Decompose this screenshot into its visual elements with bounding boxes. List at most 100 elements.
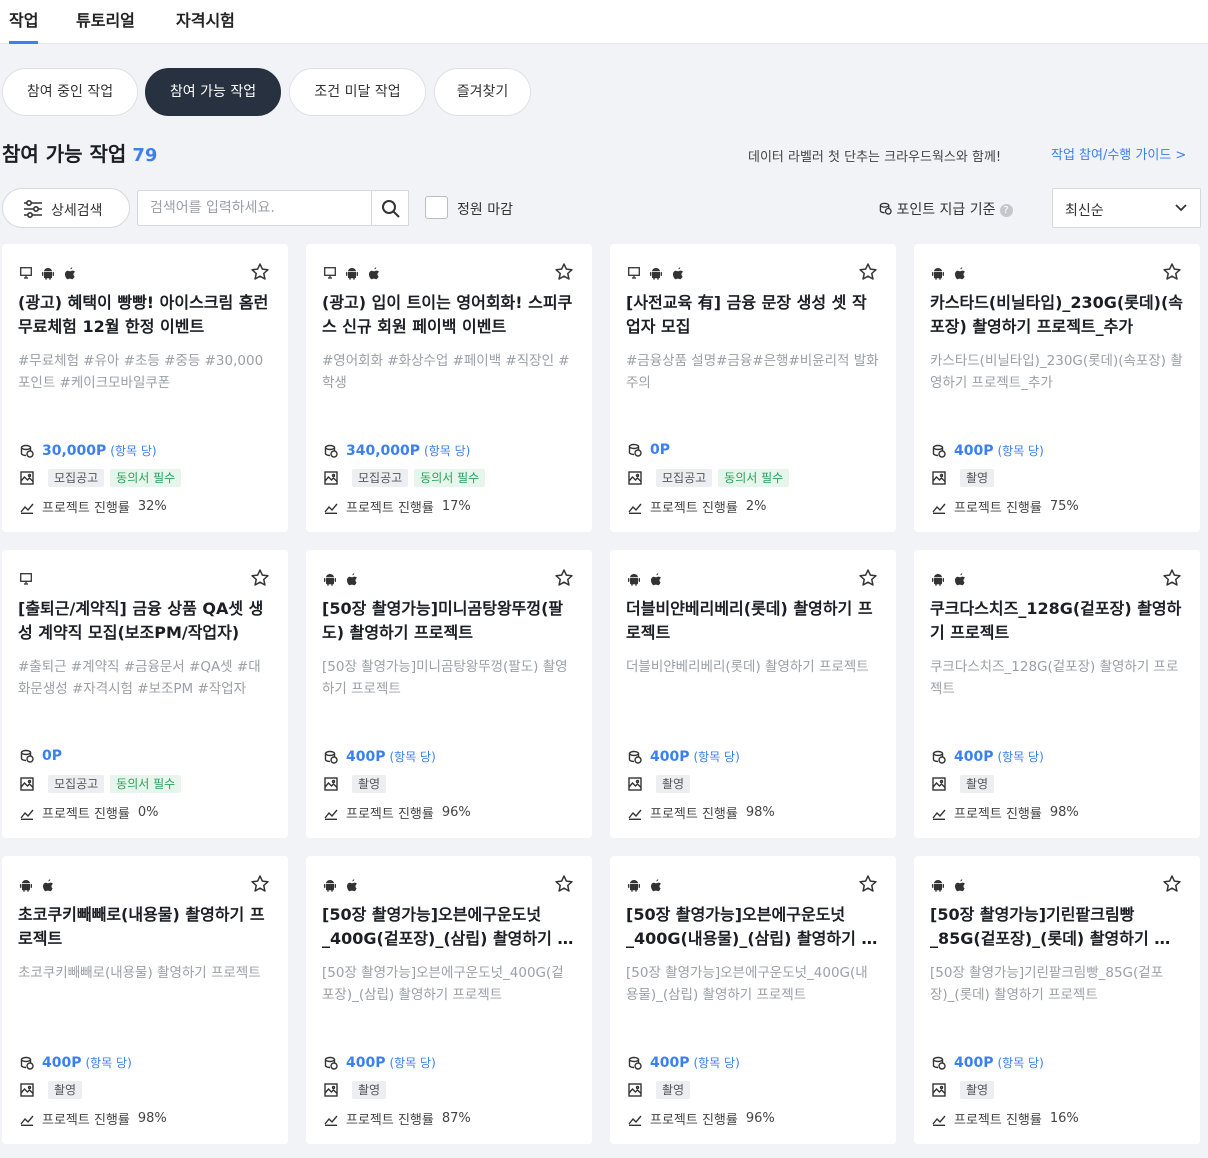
star-icon[interactable] [858, 262, 878, 282]
task-card[interactable]: [50장 촬영가능]미니곰탕왕뚜껑(팔도) 촬영하기 프로젝트 [50장 촬영가… [306, 550, 592, 838]
star-icon[interactable] [250, 568, 270, 588]
search-icon [382, 200, 400, 218]
chart-icon [932, 503, 946, 514]
image-icon [628, 1083, 642, 1097]
card-points: 0P [628, 442, 674, 458]
search-button[interactable] [371, 190, 409, 226]
task-card[interactable]: 쿠크다스치즈_128G(겉포장) 촬영하기 프로젝트 쿠크다스치즈_128G(겉… [914, 550, 1200, 838]
task-card[interactable]: 카스타드(비닐타입)_230G(롯데)(속포장) 촬영하기 프로젝트_추가 카스… [914, 244, 1200, 532]
task-card[interactable]: [50장 촬영가능]기린팥크림빵_85G(겉포장)_(롯데) 촬영하기 프로젝트… [914, 856, 1200, 1144]
star-icon[interactable] [858, 874, 878, 894]
points-standard[interactable]: 포인트 지급 기준? [879, 199, 1013, 219]
card-title: 더블비얀베리베리(롯데) 촬영하기 프로젝트 [626, 599, 873, 642]
card-tags: #금융상품 설명#금융#은행#비윤리적 발화 주의 [626, 353, 879, 391]
task-card[interactable]: [50장 촬영가능]오븐에구운도넛_400G(겉포장)_(삼립) 촬영하기 프로… [306, 856, 592, 1144]
filter-participating[interactable]: 참여 중인 작업 [2, 68, 138, 116]
category-badge: 모집공고 [656, 469, 713, 487]
apple-icon [954, 572, 966, 586]
star-icon[interactable] [554, 874, 574, 894]
desktop-icon [324, 267, 336, 279]
search-input[interactable] [137, 190, 372, 226]
task-card[interactable]: 더블비얀베리베리(롯데) 촬영하기 프로젝트 더블비얀베리베리(롯데) 촬영하기… [610, 550, 896, 838]
task-card[interactable]: [출퇴근/계약직] 금융 상품 QA셋 생성 계약직 모집(보조PM/작업자) … [2, 550, 288, 838]
points-per-item: (항목 당) [389, 1056, 436, 1070]
card-badges: 촬영 [932, 775, 995, 793]
star-icon[interactable] [554, 262, 574, 282]
android-icon [324, 573, 336, 586]
progress-value: 87% [441, 1111, 471, 1126]
points-amount: 400P [346, 1054, 386, 1071]
points-amount: 400P [650, 1054, 690, 1071]
points-amount: 340,000P [346, 442, 421, 459]
task-card[interactable]: (광고) 입이 트이는 영어회화! 스피쿠스 신규 회원 페이백 이벤트 #영어… [306, 244, 592, 532]
progress-label: 프로젝트 진행률 [42, 807, 130, 822]
task-card[interactable]: [사전교육 有] 금융 문장 생성 셋 작업자 모집 #금융상품 설명#금융#은… [610, 244, 896, 532]
category-badge: 모집공고 [352, 469, 409, 487]
tab-tutorial[interactable]: 튜토리얼 [76, 7, 135, 31]
closed-checkbox[interactable] [425, 196, 448, 219]
device-icons [20, 878, 54, 892]
star-icon[interactable] [554, 568, 574, 588]
guide-link[interactable]: 작업 참여/수행 가이드 > [1051, 144, 1186, 163]
coins-icon [324, 1056, 338, 1070]
category-badge: 촬영 [352, 775, 387, 793]
device-icons [628, 878, 662, 892]
help-icon[interactable]: ? [999, 204, 1013, 217]
star-icon[interactable] [1162, 568, 1182, 588]
top-nav: 작업 튜토리얼 자격시험 [0, 0, 1208, 44]
star-icon[interactable] [250, 262, 270, 282]
task-card[interactable]: 초코쿠키빼빼로(내용물) 촬영하기 프로젝트 초코쿠키빼빼로(내용물) 촬영하기… [2, 856, 288, 1144]
card-progress: 프로젝트 진행률 98% [628, 803, 775, 822]
filter-unqualified[interactable]: 조건 미달 작업 [289, 68, 426, 116]
star-icon[interactable] [250, 874, 270, 894]
task-card[interactable]: [50장 촬영가능]오븐에구운도넛_400G(내용물)_(삼립) 촬영하기 프로… [610, 856, 896, 1144]
card-title: 카스타드(비닐타입)_230G(롯데)(속포장) 촬영하기 프로젝트_추가 [930, 293, 1184, 336]
apple-icon [42, 878, 54, 892]
card-title: (광고) 입이 트이는 영어회화! 스피쿠스 신규 회원 페이백 이벤트 [322, 293, 573, 336]
advanced-search-button[interactable]: 상세검색 [2, 188, 130, 228]
card-tags: #영어회화 #화상수업 #페이백 #직장인 #학생 [322, 353, 570, 391]
card-tags: #출퇴근 #계약직 #금융문서 #QA셋 #대화문생성 #자격시험 #보조PM … [18, 659, 261, 697]
category-badge: 촬영 [960, 469, 995, 487]
progress-value: 96% [745, 1111, 775, 1126]
card-points: 400P (항목 당) [932, 748, 1044, 765]
tab-qualification-test[interactable]: 자격시험 [176, 7, 235, 31]
card-badges: 촬영 [324, 1081, 387, 1099]
apple-icon [64, 266, 76, 280]
progress-label: 프로젝트 진행률 [346, 1113, 434, 1128]
card-title: (광고) 혜택이 빵빵! 아이스크림 홈런 무료체험 12월 한정 이벤트 [18, 293, 269, 336]
coins-icon [932, 750, 946, 764]
image-icon [20, 777, 34, 791]
card-badges: 모집공고 동의서 필수 [628, 469, 790, 487]
card-points: 400P (항목 당) [628, 748, 740, 765]
card-progress: 프로젝트 진행률 0% [20, 803, 158, 822]
chart-icon [324, 1115, 338, 1126]
points-amount: 0P [42, 748, 63, 764]
card-progress: 프로젝트 진행률 75% [932, 497, 1079, 516]
tab-tasks[interactable]: 작업 [9, 7, 39, 44]
category-badge: 촬영 [960, 1081, 995, 1099]
star-icon[interactable] [1162, 262, 1182, 282]
image-icon [628, 777, 642, 791]
star-icon[interactable] [858, 568, 878, 588]
card-badges: 촬영 [20, 1081, 83, 1099]
consent-badge: 동의서 필수 [110, 775, 182, 793]
card-tags: 초코쿠키빼빼로(내용물) 촬영하기 프로젝트 [18, 965, 261, 981]
task-count: 79 [132, 145, 158, 166]
progress-value: 32% [137, 499, 167, 514]
filter-available[interactable]: 참여 가능 작업 [145, 68, 281, 116]
category-badge: 촬영 [352, 1081, 387, 1099]
card-badges: 모집공고 동의서 필수 [324, 469, 486, 487]
image-icon [324, 1083, 338, 1097]
star-icon[interactable] [1162, 874, 1182, 894]
card-badges: 촬영 [932, 1081, 995, 1099]
card-points: 400P (항목 당) [324, 748, 436, 765]
task-card[interactable]: (광고) 혜택이 빵빵! 아이스크림 홈런 무료체험 12월 한정 이벤트 #무… [2, 244, 288, 532]
apple-icon [672, 266, 684, 280]
coins-icon [932, 444, 946, 458]
coins-icon [628, 443, 642, 457]
sort-select[interactable]: 최신순 [1052, 188, 1201, 228]
filter-favorites[interactable]: 즐겨찾기 [434, 68, 531, 116]
android-icon [932, 573, 944, 586]
device-icons [628, 572, 662, 586]
